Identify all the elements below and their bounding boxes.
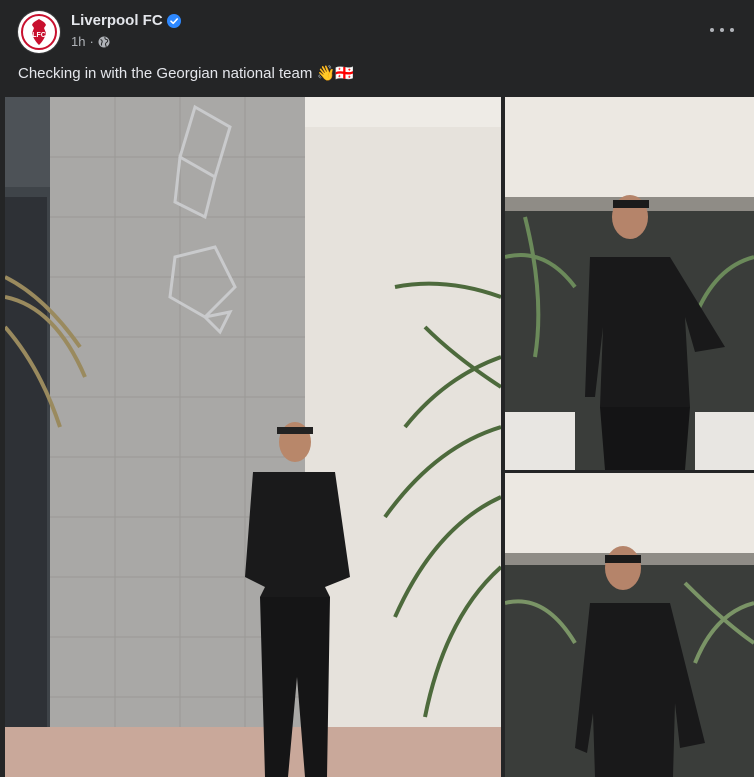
- verified-badge-icon: [166, 13, 181, 28]
- page-avatar[interactable]: LFC: [18, 11, 60, 53]
- more-dot: [730, 28, 734, 32]
- photo-grid: [0, 97, 754, 777]
- liverpool-crest-icon: LFC: [19, 12, 59, 52]
- author-name[interactable]: Liverpool FC: [71, 12, 163, 29]
- meta-separator: ·: [89, 34, 94, 49]
- post-author: Liverpool FC: [71, 12, 181, 29]
- facebook-post: LFC Liverpool FC 1h · Checking in with t…: [0, 0, 754, 777]
- post-caption: Checking in with the Georgian national t…: [18, 65, 354, 82]
- photo-player-walking[interactable]: [5, 97, 501, 777]
- more-dot: [720, 28, 724, 32]
- post-header: LFC Liverpool FC 1h ·: [0, 0, 754, 60]
- photo-player-smiling[interactable]: [505, 473, 754, 777]
- more-options-icon: [710, 28, 714, 32]
- more-options-button[interactable]: [710, 20, 734, 40]
- svg-text:LFC: LFC: [32, 32, 46, 39]
- globe-icon[interactable]: [98, 36, 110, 48]
- post-meta: 1h ·: [71, 34, 110, 49]
- post-time[interactable]: 1h: [71, 34, 85, 49]
- photo-player-peace-sign[interactable]: [505, 97, 754, 470]
